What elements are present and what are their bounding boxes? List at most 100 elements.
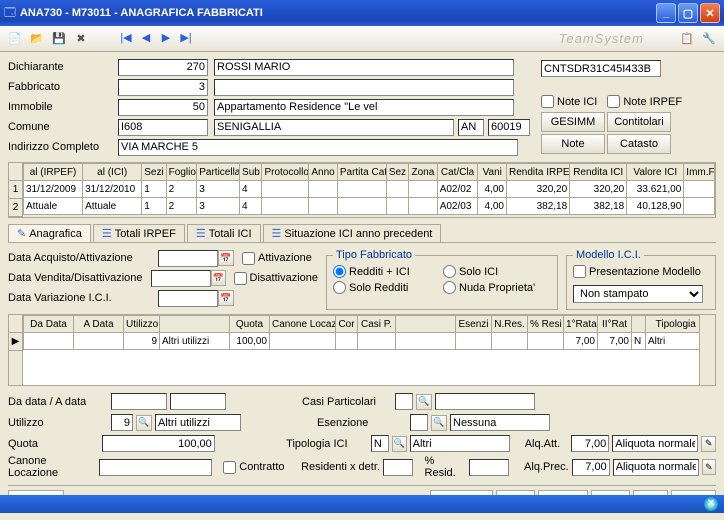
immobile-label: Immobile: [8, 101, 118, 113]
quota-label: Quota: [8, 438, 99, 450]
immobile-desc-input[interactable]: [214, 99, 514, 116]
comune-name-input[interactable]: [214, 119, 454, 136]
nuda-proprieta-radio[interactable]: Nuda Proprieta': [443, 281, 535, 294]
maximize-button[interactable]: ▢: [678, 3, 698, 23]
esenzione-cod-input[interactable]: [410, 414, 428, 431]
presid-label: % Resid.: [425, 455, 464, 479]
calendar-icon[interactable]: 📅: [218, 250, 234, 266]
residenti-label: Residenti x detr.: [301, 461, 380, 473]
immobile-num-input[interactable]: [118, 99, 208, 116]
sub-grid[interactable]: ▶ Da DataA DataUtilizzoQuotaCanone Locaz…: [8, 314, 716, 386]
solo-ici-radio[interactable]: Solo ICI: [443, 265, 498, 278]
contratto-checkbox[interactable]: Contratto: [223, 461, 284, 474]
nav-first-icon[interactable]: |◀: [118, 31, 134, 47]
data-variazione-input[interactable]: [158, 290, 218, 307]
utilizzo-txt-input[interactable]: [155, 414, 241, 431]
lookup-icon[interactable]: 🔍: [136, 415, 152, 431]
delete-icon[interactable]: ✖: [72, 30, 90, 48]
solo-redditi-radio[interactable]: Solo Redditi: [333, 281, 408, 294]
alqatt-label: Alq.Att.: [525, 438, 569, 450]
nav-next-icon[interactable]: ▶: [158, 31, 174, 47]
status-icon[interactable]: ✕: [704, 497, 718, 511]
tool-a-icon[interactable]: 📋: [678, 30, 696, 48]
nav-prev-icon[interactable]: ◀: [138, 31, 154, 47]
tipici-txt-input[interactable]: [410, 435, 510, 452]
open-icon[interactable]: 📂: [28, 30, 46, 48]
presentazione-checkbox[interactable]: Presentazione Modello: [573, 265, 701, 278]
tab-situazione-ici[interactable]: ☰Situazione ICI anno precedent: [263, 224, 442, 242]
redditi-ici-radio[interactable]: Redditi + ICI: [333, 265, 410, 278]
alqatt-input[interactable]: [571, 435, 609, 452]
data-acquisto-input[interactable]: [158, 250, 218, 267]
list-icon: ☰: [102, 227, 112, 240]
statusbar: ✕: [0, 495, 724, 513]
residenti-input[interactable]: [383, 459, 413, 476]
casip-cod-input[interactable]: [395, 393, 413, 410]
titlebar: 🗔 ANA730 - M73011 - ANAGRAFICA FABBRICAT…: [0, 0, 724, 26]
window-title: ANA730 - M73011 - ANAGRAFICA FABBRICATI: [16, 7, 656, 19]
modello-ici-group: Modello I.C.I. Presentazione Modello Non…: [566, 249, 716, 310]
main-grid[interactable]: 1 2 al (IRPEF)al (ICI)SeziFoglioParticel…: [8, 162, 716, 218]
indirizzo-input[interactable]: [118, 139, 518, 156]
tab-anagrafica[interactable]: ✎Anagrafica: [8, 224, 91, 242]
esenzione-txt-input[interactable]: [450, 414, 550, 431]
canone-input[interactable]: [99, 459, 212, 476]
comune-cod-input[interactable]: [118, 119, 208, 136]
tipici-cod-input[interactable]: [371, 435, 389, 452]
minimize-button[interactable]: _: [656, 3, 676, 23]
catasto-button[interactable]: Catasto: [607, 134, 671, 154]
tab-totali-irpef[interactable]: ☰Totali IRPEF: [93, 224, 185, 242]
note-button[interactable]: Note: [541, 134, 605, 154]
alqprec-txt-input[interactable]: [613, 459, 699, 476]
adata-input[interactable]: [170, 393, 226, 410]
tool-b-icon[interactable]: 🔧: [700, 30, 718, 48]
calendar-icon[interactable]: 📅: [218, 290, 234, 306]
lookup-icon[interactable]: 🔍: [416, 394, 432, 410]
edit-icon: ✎: [17, 227, 26, 240]
contitolari-button[interactable]: Contitolari: [607, 112, 671, 132]
close-button[interactable]: ✕: [700, 3, 720, 23]
dichiarante-num-input[interactable]: [118, 59, 208, 76]
calendar-icon[interactable]: 📅: [211, 270, 226, 286]
alqatt-txt-input[interactable]: [612, 435, 698, 452]
dichiarante-name-input[interactable]: [214, 59, 514, 76]
tab-totali-ici[interactable]: ☰Totali ICI: [187, 224, 261, 242]
noteirpef-checkbox[interactable]: Note IRPEF: [607, 95, 682, 108]
data-acquisto-label: Data Acquisto/Attivazione: [8, 252, 158, 264]
edit-icon[interactable]: ✎: [701, 436, 716, 452]
brand-label: TeamSystem: [559, 31, 674, 46]
alqprec-input[interactable]: [572, 459, 610, 476]
data-vendita-input[interactable]: [151, 270, 211, 287]
scrollbar[interactable]: [699, 315, 715, 385]
cf-input[interactable]: [541, 60, 661, 77]
quota-input[interactable]: [102, 435, 215, 452]
prov-input[interactable]: [458, 119, 484, 136]
data-vendita-label: Data Vendita/Disattivazione: [8, 272, 151, 284]
modello-select[interactable]: Non stampato: [573, 285, 703, 303]
indirizzo-label: Indirizzo Completo: [8, 141, 118, 153]
noteici-checkbox[interactable]: Note ICI: [541, 95, 597, 108]
save-icon[interactable]: 💾: [50, 30, 68, 48]
edit-icon[interactable]: ✎: [702, 459, 716, 475]
utilizzo-cod-input[interactable]: [111, 414, 133, 431]
disattivazione-checkbox[interactable]: Disattivazione: [234, 272, 318, 285]
fabbricato-label: Fabbricato: [8, 81, 118, 93]
cap-input[interactable]: [488, 119, 530, 136]
fabbricato-num-input[interactable]: [118, 79, 208, 96]
dadata-input[interactable]: [111, 393, 167, 410]
tipologia-ici-label: Tipologia ICI: [286, 438, 368, 450]
gesimm-button[interactable]: GESIMM: [541, 112, 605, 132]
data-variazione-label: Data Variazione I.C.I.: [8, 292, 158, 304]
attivazione-checkbox[interactable]: Attivazione: [242, 252, 312, 265]
app-icon: 🗔: [4, 4, 16, 23]
presid-input[interactable]: [469, 459, 509, 476]
lookup-icon[interactable]: 🔍: [392, 436, 407, 452]
list-icon: ☰: [196, 227, 206, 240]
lookup-icon[interactable]: 🔍: [431, 415, 447, 431]
list-icon: ☰: [272, 227, 282, 240]
casip-txt-input[interactable]: [435, 393, 535, 410]
dichiarante-label: Dichiarante: [8, 61, 118, 73]
new-icon[interactable]: 📄: [6, 30, 24, 48]
nav-last-icon[interactable]: ▶|: [178, 31, 194, 47]
fabbricato-desc-input[interactable]: [214, 79, 514, 96]
